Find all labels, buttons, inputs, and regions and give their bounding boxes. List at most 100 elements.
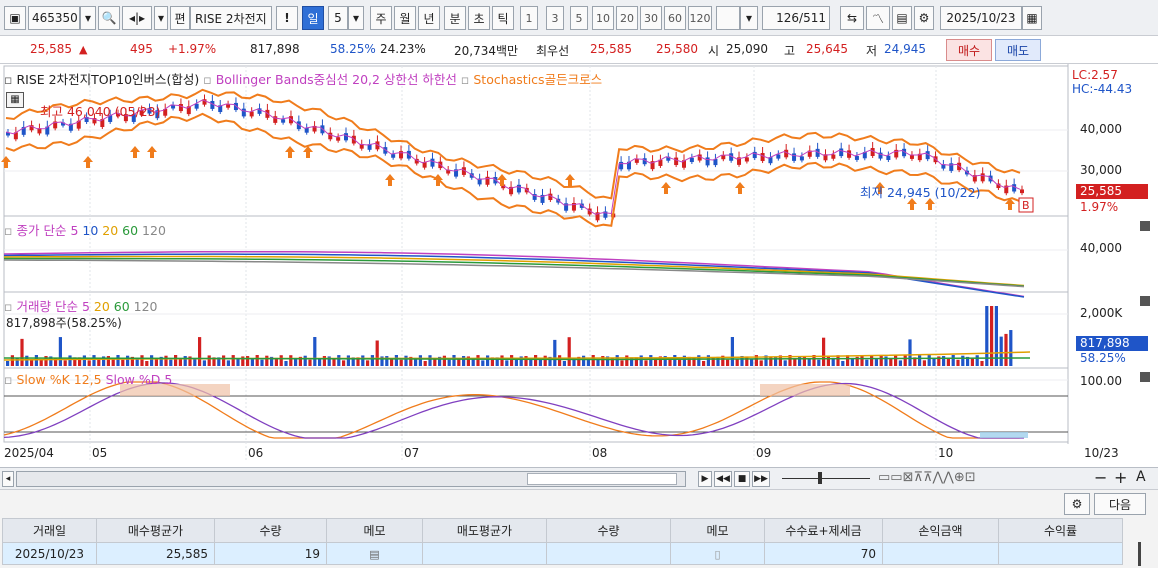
zoom-out-icon[interactable]: − — [1094, 468, 1107, 487]
drawing-tools-icon[interactable]: ▭▭⊠⊼⊼⋀⋀⊕⊡ — [878, 470, 976, 485]
scroll-thumb[interactable] — [527, 473, 677, 485]
code-dropdown-icon[interactable]: ▾ — [80, 6, 96, 30]
volume-bar — [308, 359, 312, 366]
chart-scrollbar[interactable] — [16, 471, 686, 487]
font-size-icon[interactable]: A — [1136, 469, 1146, 485]
zoom-slider[interactable] — [782, 478, 870, 479]
volume-bar — [375, 340, 379, 366]
vertical-scrollbar[interactable] — [1138, 542, 1141, 566]
zoom-slider-handle[interactable] — [818, 472, 822, 484]
next-button[interactable]: 다음 — [1094, 493, 1146, 515]
period-week-button[interactable]: 주 — [370, 6, 392, 30]
cell-trade-date[interactable]: 2025/10/23 — [2, 542, 97, 565]
minute-option-120[interactable]: 120 — [688, 6, 712, 30]
stock-name-text: RISE 2차전지 — [195, 11, 267, 26]
cell-profit[interactable] — [882, 542, 999, 565]
candle-body — [1020, 189, 1024, 194]
minute-option-label: 120 — [689, 11, 711, 25]
cell-buy-memo[interactable]: ▤ — [326, 542, 423, 565]
minute-option-10[interactable]: 10 — [592, 6, 614, 30]
minute-option-20[interactable]: 20 — [616, 6, 638, 30]
settings-icon[interactable]: ⚙ — [914, 6, 934, 30]
custom-period-input[interactable] — [716, 6, 740, 30]
trend-icon[interactable]: 〽 — [866, 6, 890, 30]
volume-bar — [735, 359, 739, 366]
count-field[interactable]: 126/511 — [762, 6, 830, 30]
window-icon[interactable]: ▣ — [4, 6, 26, 30]
stop-icon[interactable]: ■ — [734, 471, 750, 487]
cell-sell-avg[interactable] — [422, 542, 547, 565]
date-input[interactable]: 2025/10/23 — [940, 6, 1022, 30]
volume-bar — [366, 360, 370, 366]
volume-bar — [903, 355, 907, 366]
stock-chart[interactable]: B ▫ RISE 2차전지TOP10인버스(합성) ▫ Bollinger Ba… — [0, 64, 1158, 468]
buy-signal-arrow-icon — [1, 156, 11, 168]
period-week-label: 주 — [375, 11, 387, 26]
memo-icon[interactable]: ▤ — [369, 548, 379, 561]
edit-icon[interactable]: 편 — [170, 6, 190, 30]
scroll-left-icon[interactable]: ◂ — [2, 471, 14, 487]
search-icon[interactable]: 🔍 — [98, 6, 120, 30]
rewind-icon[interactable]: ◀◀ — [714, 471, 732, 487]
period-second-button[interactable]: 초 — [468, 6, 490, 30]
minute-option-30[interactable]: 30 — [640, 6, 662, 30]
close-pane-icon[interactable] — [1140, 296, 1150, 306]
bollinger-lower-band — [5, 112, 1021, 228]
data-table-icon[interactable]: ▦ — [6, 92, 24, 108]
save-icon[interactable]: ▤ — [892, 6, 912, 30]
memo-icon[interactable]: ▯ — [714, 548, 720, 561]
close-pane-icon[interactable] — [1140, 372, 1150, 382]
buy-button[interactable]: 매수 — [946, 39, 992, 61]
period-day-button[interactable]: 일 — [302, 6, 324, 30]
slow-k-label: Slow %K 12,5 — [16, 372, 102, 387]
minute-option-5[interactable]: 5 — [570, 6, 588, 30]
volume-bar — [346, 355, 350, 366]
period-month-button[interactable]: 월 — [394, 6, 416, 30]
close-pane-icon[interactable] — [1140, 221, 1150, 231]
volume-bar — [1004, 333, 1008, 366]
volume-bar — [183, 356, 187, 366]
cell-sell-memo[interactable]: ▯ — [670, 542, 765, 565]
volume-bar — [394, 355, 398, 366]
volume-bar — [898, 360, 902, 366]
trade-record-toolbar: ⚙ 다음 — [0, 490, 1158, 516]
compare-icon[interactable]: ⇆ — [840, 6, 864, 30]
period-tick-button[interactable]: 틱 — [492, 6, 514, 30]
minute-option-1[interactable]: 1 — [520, 6, 538, 30]
cell-fee-tax[interactable]: 70 — [764, 542, 883, 565]
volume-bar — [985, 306, 989, 366]
current-price-tag: 25,585 — [1076, 184, 1148, 199]
stock-code-input[interactable]: 465350 — [28, 6, 80, 30]
sell-button[interactable]: 매도 — [995, 39, 1041, 61]
period-n-select[interactable]: 5 — [328, 6, 348, 30]
menu-dropdown-icon[interactable]: ▾ — [154, 6, 168, 30]
minute-option-3[interactable]: 3 — [546, 6, 564, 30]
legend-square-icon: ▫ — [4, 372, 13, 387]
stock-name-field[interactable]: RISE 2차전지 — [190, 6, 272, 30]
gear-icon[interactable]: ⚙ — [1064, 493, 1090, 515]
speaker-icon[interactable]: ◂|▸ — [122, 6, 152, 30]
buy-label: 매수 — [957, 43, 981, 58]
volume-bar — [822, 337, 826, 366]
fast-forward-icon[interactable]: ▶▶ — [752, 471, 770, 487]
chart-toolbar: ▣ 465350 ▾ 🔍 ◂|▸ ▾ 편 RISE 2차전지 ! 일 5 ▾ 주… — [0, 0, 1158, 36]
custom-period-dropdown-icon[interactable]: ▾ — [740, 6, 758, 30]
candle-body — [689, 157, 694, 163]
cell-sell-qty[interactable] — [546, 542, 671, 565]
table-row[interactable]: 2025/10/23 25,585 19 ▤ ▯ 70 — [2, 542, 1123, 565]
cell-buy-qty[interactable]: 19 — [214, 542, 327, 565]
minute-option-60[interactable]: 60 — [664, 6, 686, 30]
cell-return[interactable] — [998, 542, 1123, 565]
cell-buy-avg[interactable]: 25,585 — [96, 542, 215, 565]
zoom-in-icon[interactable]: + — [1114, 468, 1127, 487]
period-minute-button[interactable]: 분 — [444, 6, 466, 30]
minute-option-label: 3 — [551, 11, 559, 25]
chart-canvas[interactable]: B — [0, 64, 1158, 468]
calendar-icon[interactable]: ▦ — [1022, 6, 1042, 30]
buy-signal-arrow-icon — [130, 146, 140, 158]
best-ask: 25,585 — [590, 42, 632, 56]
alert-button[interactable]: ! — [276, 6, 298, 30]
period-year-button[interactable]: 년 — [418, 6, 440, 30]
play-icon[interactable]: ▶ — [698, 471, 712, 487]
period-n-dropdown-icon[interactable]: ▾ — [348, 6, 364, 30]
